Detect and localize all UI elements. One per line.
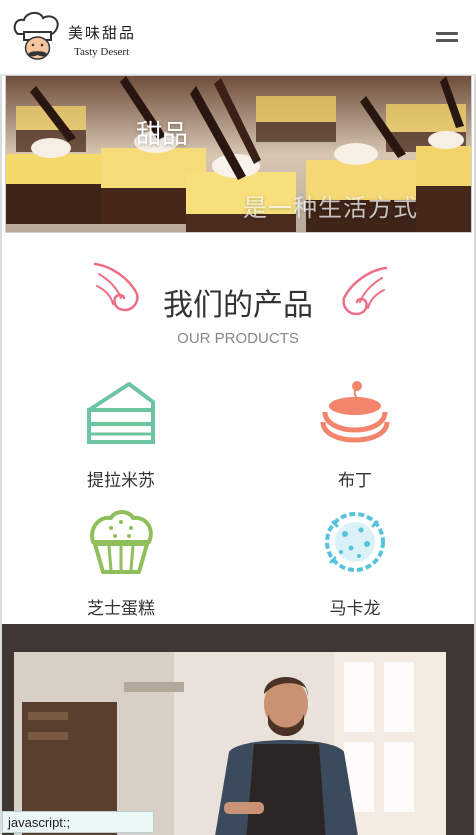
link-status-bar: javascript:; xyxy=(2,811,154,833)
site-header: 美味甜品 Tasty Desert xyxy=(0,0,476,76)
macaron-icon xyxy=(325,512,385,572)
products-section: 我们的产品 OUR PRODUCTS 提拉米苏 布丁 芝士蛋糕 马卡龙 xyxy=(3,234,473,624)
menu-bar-icon xyxy=(436,39,458,42)
chef-logo-icon xyxy=(13,12,59,60)
right-wing-icon xyxy=(342,266,388,316)
product-label: 提拉米苏 xyxy=(87,471,155,491)
product-label: 马卡龙 xyxy=(329,599,381,619)
product-label: 芝士蛋糕 xyxy=(87,599,155,619)
baker-photo xyxy=(14,652,446,835)
hero-subtitle: 是一种生活方式 xyxy=(243,194,418,222)
hamburger-menu-button[interactable] xyxy=(436,30,458,44)
product-item-pudding[interactable]: 布丁 xyxy=(275,380,435,491)
product-label: 布丁 xyxy=(338,471,372,491)
site-logo[interactable]: 美味甜品 Tasty Desert xyxy=(10,8,150,64)
product-item-cheesecake[interactable]: 芝士蛋糕 xyxy=(41,508,201,619)
brand-name-en: Tasty Desert xyxy=(74,46,130,58)
section-subtitle: OUR PRODUCTS xyxy=(177,330,299,347)
brand-name-cn: 美味甜品 xyxy=(68,24,137,42)
cupcake-icon xyxy=(90,510,153,574)
product-item-macaron[interactable]: 马卡龙 xyxy=(275,508,435,619)
menu-bar-icon xyxy=(436,32,458,35)
hero-title: 甜品 xyxy=(136,120,189,150)
section-title: 我们的产品 xyxy=(163,288,313,323)
pudding-icon xyxy=(320,381,390,443)
hero-banner[interactable]: 甜品 是一种生活方式 xyxy=(5,75,472,233)
about-section xyxy=(2,624,474,835)
cake-slice-icon xyxy=(87,382,155,444)
product-item-tiramisu[interactable]: 提拉米苏 xyxy=(41,380,201,491)
